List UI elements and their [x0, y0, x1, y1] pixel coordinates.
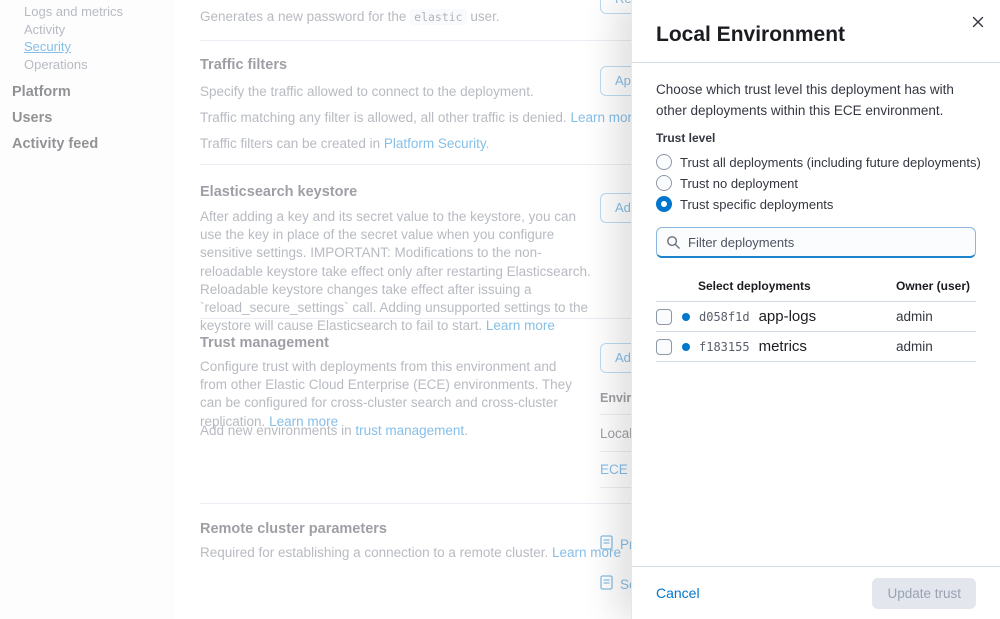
flyout-title: Local Environment: [656, 22, 976, 48]
close-icon: [972, 16, 984, 31]
column-select-deployments: Select deployments: [698, 279, 896, 293]
checkbox-app-logs[interactable]: [656, 309, 672, 325]
filter-deployments-searchbox[interactable]: [656, 227, 976, 258]
deployment-row-metrics[interactable]: f183155 metrics admin: [656, 332, 976, 362]
radio-trust-specific-label: Trust specific deployments: [680, 197, 833, 212]
search-icon: [666, 235, 681, 250]
radio-trust-all-label: Trust all deployments (including future …: [680, 155, 981, 170]
deployment-owner: admin: [896, 309, 976, 324]
filter-deployments-input[interactable]: [688, 235, 966, 250]
radio-trust-none[interactable]: [656, 175, 672, 191]
close-flyout-button[interactable]: [966, 10, 990, 34]
cancel-button[interactable]: Cancel: [656, 585, 700, 601]
health-dot-icon: [682, 343, 690, 351]
flyout-footer: Cancel Update trust: [632, 566, 1000, 619]
column-owner-user: Owner (user): [896, 279, 976, 293]
radio-option-trust-all[interactable]: Trust all deployments (including future …: [656, 152, 976, 172]
checkbox-metrics[interactable]: [656, 339, 672, 355]
health-dot-icon: [682, 313, 690, 321]
deployments-table: Select deployments Owner (user) d058f1d …: [656, 279, 976, 362]
deployment-name: app-logs: [759, 308, 817, 325]
deployment-owner: admin: [896, 339, 976, 354]
radio-trust-none-label: Trust no deployment: [680, 176, 798, 191]
deployments-table-header: Select deployments Owner (user): [656, 279, 976, 302]
deployment-id: f183155: [699, 340, 750, 354]
deployment-row-app-logs[interactable]: d058f1d app-logs admin: [656, 302, 976, 332]
radio-trust-all[interactable]: [656, 154, 672, 170]
local-environment-flyout: Local Environment Choose which trust lev…: [631, 0, 1000, 619]
deployment-id: d058f1d: [699, 310, 750, 324]
update-trust-button[interactable]: Update trust: [872, 578, 976, 609]
trust-level-label: Trust level: [656, 131, 976, 145]
deployment-name: metrics: [759, 338, 807, 355]
flyout-description: Choose which trust level this deployment…: [656, 79, 986, 121]
radio-trust-specific[interactable]: [656, 196, 672, 212]
radio-option-trust-none[interactable]: Trust no deployment: [656, 173, 976, 193]
radio-option-trust-specific[interactable]: Trust specific deployments: [656, 194, 976, 214]
flyout-header: Local Environment: [632, 0, 1000, 63]
flyout-body: Choose which trust level this deployment…: [632, 63, 1000, 566]
